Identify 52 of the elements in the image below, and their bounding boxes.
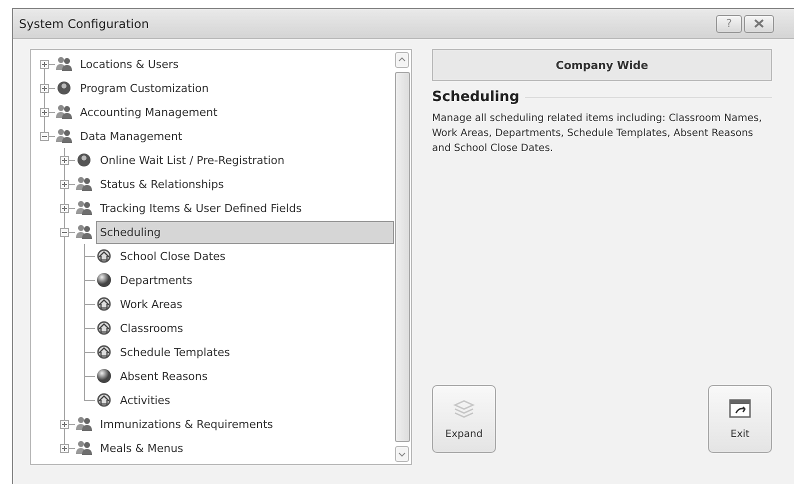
tree-item[interactable]: School Close Dates: [116, 244, 230, 268]
people-icon: [75, 200, 93, 216]
people-icon: [75, 416, 93, 432]
expand-icon[interactable]: [60, 204, 69, 213]
tree-item[interactable]: Online Wait List / Pre-Registration: [96, 148, 288, 172]
section-heading: Scheduling: [432, 89, 520, 105]
badge-icon: [55, 80, 73, 96]
section-description: Manage all scheduling related items including: Classroom Names, Work Areas, Departments, Schedule Templates, Absent Reasons and School Close Dates.: [432, 112, 763, 156]
tree-item[interactable]: Classrooms: [116, 316, 188, 340]
people-icon: [55, 128, 73, 144]
tree-item[interactable]: Schedule Templates: [116, 340, 234, 364]
scrollbar[interactable]: [394, 50, 411, 464]
tree-item[interactable]: Accounting Management: [76, 100, 222, 124]
expand-icon[interactable]: [40, 60, 49, 69]
expand-icon[interactable]: [60, 156, 69, 165]
layers-icon: [453, 398, 475, 418]
sphere-icon: [95, 368, 113, 384]
close-button[interactable]: [744, 14, 774, 32]
tree-item[interactable]: Status & Relationships: [96, 172, 228, 196]
tree-item[interactable]: Meals & Menus: [96, 436, 188, 460]
tree-item[interactable]: Work Areas: [116, 292, 186, 316]
expand-icon[interactable]: [60, 420, 69, 429]
tree-item[interactable]: Locations & Users: [76, 52, 183, 76]
tree-item[interactable]: Activities: [116, 388, 174, 412]
tree-item[interactable]: Immunizations & Requirements: [96, 412, 278, 436]
toolbar-button[interactable]: Exit: [708, 385, 772, 453]
collapse-icon[interactable]: [60, 228, 69, 237]
expand-icon[interactable]: [60, 180, 69, 189]
tree-item[interactable]: Data Management: [76, 124, 186, 148]
expand-icon[interactable]: [60, 444, 69, 453]
tree-item[interactable]: Departments: [116, 268, 196, 292]
close-icon: [754, 19, 764, 28]
tree-item[interactable]: Absent Reasons: [116, 364, 212, 388]
tree-item[interactable]: Tracking Items & User Defined Fields: [96, 196, 306, 220]
badge-icon: [75, 152, 93, 168]
scroll-thumb[interactable]: [395, 72, 410, 442]
scroll-down-icon[interactable]: [395, 446, 409, 462]
people-icon: [75, 176, 93, 192]
scroll-up-icon[interactable]: [395, 52, 409, 68]
people-icon: [75, 224, 93, 240]
collapse-icon[interactable]: [40, 132, 49, 141]
expand-icon[interactable]: [40, 84, 49, 93]
window-title: System Configuration: [19, 16, 149, 30]
scope-header: Company Wide: [432, 49, 772, 81]
people-icon: [55, 56, 73, 72]
people-icon: [75, 440, 93, 456]
expand-icon[interactable]: [40, 108, 49, 117]
tree-item[interactable]: Program Customization: [76, 76, 213, 100]
tree-item[interactable]: Scheduling: [96, 220, 394, 244]
sphere-icon: [95, 272, 113, 288]
people-icon: [55, 104, 73, 120]
exit-icon: [729, 398, 751, 418]
